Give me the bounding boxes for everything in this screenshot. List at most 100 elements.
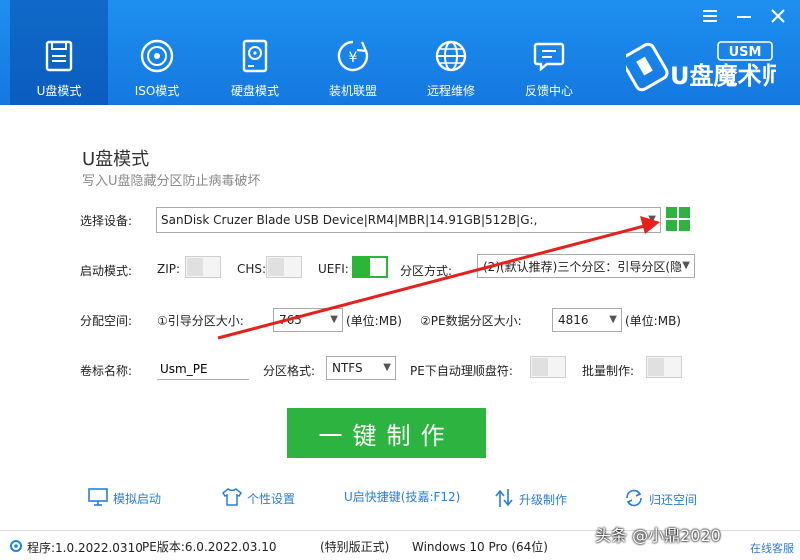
toggle-knob (370, 258, 386, 276)
main-nav: U盘模式 ISO模式 硬盘模式 ¥ 装机联盟 远程维修 反馈中心 (10, 0, 598, 105)
simulate-boot-link[interactable]: 模拟启动 (88, 488, 161, 509)
toggle-knob (532, 358, 548, 376)
restore-space-link[interactable]: 归还空间 (624, 488, 697, 511)
nav-iso-mode[interactable]: ISO模式 (108, 0, 206, 105)
yen-icon: ¥ (333, 36, 373, 76)
nav-label: 装机联盟 (328, 84, 377, 98)
chevron-down-icon: ▼ (609, 314, 617, 325)
page-title: U盘模式 (82, 149, 150, 170)
hard-disk-icon (235, 36, 275, 76)
watermark: 头条 @小鼎2020 (595, 526, 721, 545)
space-label: 分配空间: (80, 314, 133, 328)
globe-icon (431, 36, 471, 76)
boot-size-value: 765 (279, 313, 302, 327)
edition-text: (特别版正式) (320, 540, 390, 554)
volume-label: 卷标名称: (80, 364, 133, 378)
boot-hotkey-link[interactable]: U启快捷键(技嘉:F12) (344, 488, 460, 505)
program-version-text: 程序:1.0.2022.0310 (27, 541, 143, 555)
pe-size-label: ②PE数据分区大小: (420, 314, 522, 328)
zip-toggle[interactable] (185, 256, 221, 278)
refresh-devices-icon[interactable] (665, 206, 691, 232)
zip-label: ZIP: (157, 262, 181, 276)
usb-drive-icon (39, 36, 79, 76)
pe-version: PE版本:6.0.2022.03.10 (142, 538, 276, 555)
nav-install-alliance[interactable]: ¥ 装机联盟 (304, 0, 402, 105)
chs-toggle[interactable] (266, 256, 302, 278)
pe-version-text: PE版本:6.0.2022.03.10 (142, 540, 277, 554)
bottom-links: 模拟启动 个性设置 U启快捷键(技嘉:F12) 升级制作 归还空间 (0, 488, 800, 512)
os-text: Windows 10 Pro (64位) (412, 540, 548, 554)
restore-icon (624, 488, 644, 511)
chevron-down-icon: ▼ (682, 260, 690, 271)
chs-label: CHS: (237, 262, 267, 276)
boot-size-label: ①引导分区大小: (157, 314, 244, 328)
svg-text:¥: ¥ (349, 50, 358, 66)
nav-label: 反馈中心 (524, 84, 573, 98)
batch-toggle[interactable] (646, 356, 682, 378)
uefi-toggle[interactable] (352, 256, 388, 278)
monitor-icon (88, 488, 108, 509)
link-label: 模拟启动 (113, 492, 162, 506)
link-label: U启快捷键(技嘉:F12) (344, 490, 461, 504)
toggle-knob (648, 358, 664, 376)
logo-graphic: USM U盘魔术师 (621, 41, 786, 92)
nav-label: ISO模式 (134, 84, 180, 98)
format-select[interactable]: NTFS ▼ (326, 356, 396, 380)
volume-name-input[interactable] (157, 358, 249, 380)
nav-hard-disk-mode[interactable]: 硬盘模式 (206, 0, 304, 105)
pe-size-value: 4816 (558, 313, 589, 327)
device-label: 选择设备: (80, 214, 133, 228)
chat-icon (529, 36, 569, 76)
chevron-down-icon: ▼ (383, 362, 391, 373)
format-label: 分区格式: (263, 364, 316, 378)
upgrade-make-link[interactable]: 升级制作 (494, 488, 567, 511)
online-service-link[interactable]: 在线客服 (750, 540, 794, 556)
os-info: Windows 10 Pro (64位) (412, 538, 548, 555)
shirt-icon (221, 488, 243, 509)
batch-label: 批量制作: (582, 364, 635, 378)
edition: (特别版正式) (320, 538, 389, 555)
upgrade-arrows-icon (494, 488, 514, 511)
nav-label: 硬盘模式 (230, 84, 279, 98)
unit-label: (单位:MB) (346, 314, 402, 328)
gear-icon (8, 538, 24, 557)
minimize-icon[interactable] (734, 6, 754, 26)
uefi-label: UEFI: (318, 262, 349, 276)
app-logo: USM U盘魔术师 (621, 40, 786, 92)
device-select[interactable]: SanDisk Cruzer Blade USB Device|RM4|MBR|… (156, 207, 661, 233)
toggle-knob (187, 258, 203, 276)
disc-icon (137, 36, 177, 76)
logo-badge-text: USM (729, 45, 762, 60)
nav-usb-mode[interactable]: U盘模式 (10, 0, 108, 105)
auto-sort-label: PE下自动理顺盘符: (410, 364, 513, 378)
chevron-down-icon: ▼ (648, 214, 656, 225)
window-controls (700, 6, 788, 26)
one-click-make-button[interactable]: 一键制作 (287, 408, 486, 458)
title-bar: U盘模式 ISO模式 硬盘模式 ¥ 装机联盟 远程维修 反馈中心 USM U盘魔… (0, 0, 800, 105)
partition-method-select[interactable]: (2)(默认推荐)三个分区：引导分区(隐 ▼ (477, 254, 695, 278)
unit-label: (单位:MB) (625, 314, 681, 328)
personalize-link[interactable]: 个性设置 (221, 488, 296, 509)
partition-method-value: (2)(默认推荐)三个分区：引导分区(隐 (483, 259, 683, 274)
link-label: 升级制作 (519, 493, 568, 507)
format-value: NTFS (332, 361, 363, 375)
menu-icon[interactable] (700, 6, 720, 26)
boot-mode-label: 启动模式: (80, 264, 133, 278)
device-value: SanDisk Cruzer Blade USB Device|RM4|MBR|… (161, 213, 538, 227)
close-icon[interactable] (768, 6, 788, 26)
partition-method-label: 分区方式: (400, 264, 453, 278)
nav-feedback-center[interactable]: 反馈中心 (500, 0, 598, 105)
nav-label: U盘模式 (36, 84, 82, 98)
page-subtitle: 写入U盘隐藏分区防止病毒破坏 (82, 174, 261, 189)
chevron-down-icon: ▼ (330, 314, 338, 325)
link-label: 归还空间 (649, 493, 698, 507)
program-version: 程序:1.0.2022.0310 (8, 538, 143, 557)
auto-sort-toggle[interactable] (530, 356, 566, 378)
toggle-knob (268, 258, 284, 276)
nav-remote-repair[interactable]: 远程维修 (402, 0, 500, 105)
boot-size-select[interactable]: 765 ▼ (273, 308, 343, 332)
logo-text: U盘魔术师 (670, 62, 776, 90)
nav-label: 远程维修 (426, 84, 475, 98)
link-label: 个性设置 (247, 492, 296, 506)
pe-size-select[interactable]: 4816 ▼ (552, 308, 622, 332)
